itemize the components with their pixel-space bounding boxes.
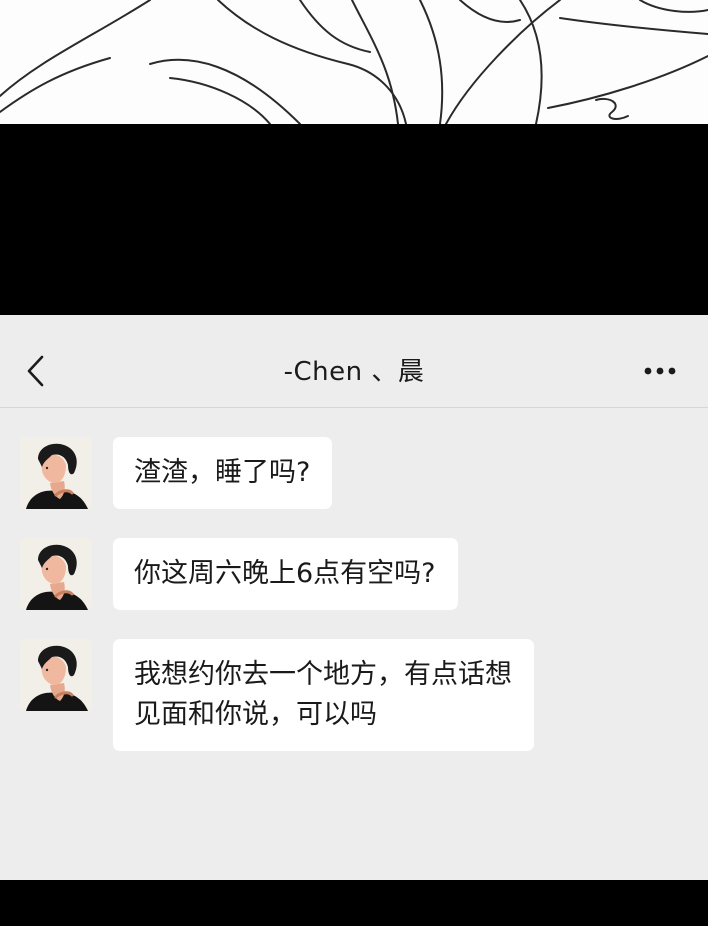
sketch-illustration — [0, 0, 708, 124]
back-button[interactable] — [18, 349, 52, 393]
black-band-bottom — [0, 880, 708, 926]
navigation-bar: -Chen 、晨 — [0, 315, 708, 408]
comic-panel: -Chen 、晨 渣渣，睡了吗? 你这周六晚上6点有空吗? 我想约你去一个地方，… — [0, 0, 708, 926]
avatar-portrait-icon — [20, 437, 92, 509]
avatar-portrait-icon — [20, 639, 92, 711]
chat-title: -Chen 、晨 — [283, 357, 425, 387]
black-band-top — [0, 124, 708, 315]
contact-avatar[interactable] — [20, 639, 92, 711]
more-options-button[interactable] — [636, 355, 684, 387]
message-bubble[interactable]: 你这周六晚上6点有空吗? — [113, 538, 458, 610]
avatar-portrait-icon — [20, 538, 92, 610]
ellipsis-icon — [644, 367, 676, 375]
contact-avatar[interactable] — [20, 538, 92, 610]
message-bubble[interactable]: 我想约你去一个地方，有点话想 见面和你说，可以吗 — [113, 639, 534, 751]
chevron-left-icon — [27, 355, 44, 387]
message-bubble[interactable]: 渣渣，睡了吗? — [113, 437, 333, 509]
chat-screen: -Chen 、晨 渣渣，睡了吗? 你这周六晚上6点有空吗? 我想约你去一个地方，… — [0, 315, 708, 880]
contact-avatar[interactable] — [20, 437, 92, 509]
